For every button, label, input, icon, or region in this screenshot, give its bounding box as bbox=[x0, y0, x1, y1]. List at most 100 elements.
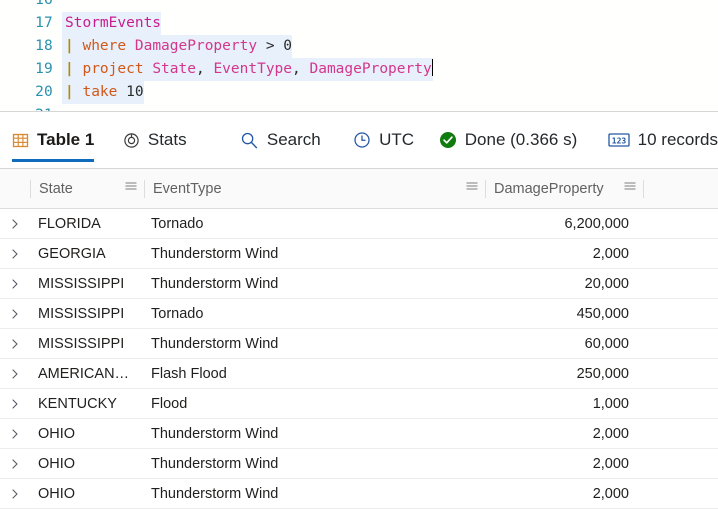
cell-text: 2,000 bbox=[592, 245, 629, 262]
cell-state: OHIO bbox=[30, 479, 143, 508]
cell-event_type: Flash Flood bbox=[143, 359, 483, 388]
query-editor[interactable]: 16 17 StormEvents 18 | where DamageProperty … bbox=[0, 0, 718, 112]
cell-state: MISSISSIPPI bbox=[30, 269, 143, 298]
tab-table-1[interactable]: Table 1 bbox=[12, 112, 95, 168]
cell-text: Tornado bbox=[151, 305, 204, 322]
magnifier-icon bbox=[240, 131, 259, 150]
code-token-punctuation: , bbox=[292, 61, 301, 77]
table-row[interactable]: OHIO Thunderstorm Wind 2,000 bbox=[0, 479, 718, 509]
cell-text: Thunderstorm Wind bbox=[151, 335, 279, 352]
cell-text: 250,000 bbox=[576, 365, 629, 382]
table-row[interactable]: MISSISSIPPI Tornado 450,000 bbox=[0, 299, 718, 329]
cell-text: 6,200,000 bbox=[564, 215, 629, 232]
cell-event_type: Thunderstorm Wind bbox=[143, 419, 483, 448]
chevron-right-icon[interactable] bbox=[0, 479, 30, 508]
table-row[interactable]: MISSISSIPPI Thunderstorm Wind 60,000 bbox=[0, 329, 718, 359]
cell-text: 60,000 bbox=[584, 335, 629, 352]
column-header-label: DamageProperty bbox=[494, 180, 604, 197]
cell-text: Thunderstorm Wind bbox=[151, 275, 279, 292]
code-line[interactable]: 20 | take 10 bbox=[0, 81, 718, 104]
grid-body: FLORIDA Tornado 6,200,000 GEORGIA Thundersto… bbox=[0, 209, 718, 509]
column-header-state[interactable]: State bbox=[31, 169, 144, 208]
table-row[interactable]: KENTUCKY Flood 1,000 bbox=[0, 389, 718, 419]
results-grid: State EventType DamageProperty FLORIDA Torn… bbox=[0, 168, 718, 509]
column-header-event_type[interactable]: EventType bbox=[145, 169, 485, 208]
cell-text: Thunderstorm Wind bbox=[151, 425, 279, 442]
cell-event_type: Thunderstorm Wind bbox=[143, 449, 483, 478]
chevron-right-icon[interactable] bbox=[0, 419, 30, 448]
cell-text: 20,000 bbox=[584, 275, 629, 292]
code-token-number: 0 bbox=[283, 38, 293, 54]
code-line[interactable]: 21 bbox=[0, 104, 718, 111]
cell-state: KENTUCKY bbox=[30, 389, 143, 418]
code-token-keyword: take bbox=[82, 84, 118, 100]
column-header-label: State bbox=[39, 180, 73, 197]
code-token-pipe: | bbox=[65, 84, 83, 100]
cell-text: Tornado bbox=[151, 215, 204, 232]
svg-text:123: 123 bbox=[611, 137, 626, 146]
code-token-table: StormEvents bbox=[65, 15, 162, 31]
code-line-partial: 16 bbox=[0, 0, 718, 12]
cell-event_type: Thunderstorm Wind bbox=[143, 329, 483, 358]
line-number: 19 bbox=[35, 61, 53, 77]
timezone-selector[interactable]: UTC bbox=[353, 112, 414, 168]
cell-damage_property: 20,000 bbox=[483, 269, 640, 298]
cell-damage_property: 250,000 bbox=[483, 359, 640, 388]
line-number: 16 bbox=[35, 0, 53, 8]
donut-chart-icon bbox=[123, 132, 140, 149]
cell-text: Flash Flood bbox=[151, 365, 227, 382]
column-menu-icon[interactable] bbox=[118, 179, 144, 198]
code-line[interactable]: 18 | where DamageProperty > 0 bbox=[0, 35, 718, 58]
column-menu-icon[interactable] bbox=[459, 179, 485, 198]
code-line[interactable]: 19 | project State, EventType, DamageProp… bbox=[0, 58, 718, 81]
chevron-right-icon[interactable] bbox=[0, 299, 30, 328]
chevron-right-icon[interactable] bbox=[0, 269, 30, 298]
chevron-right-icon[interactable] bbox=[0, 209, 30, 238]
timezone-label: UTC bbox=[379, 130, 415, 149]
column-header-damage_property[interactable]: DamageProperty bbox=[486, 169, 643, 208]
cell-event_type: Thunderstorm Wind bbox=[143, 239, 483, 268]
table-row[interactable]: MISSISSIPPI Thunderstorm Wind 20,000 bbox=[0, 269, 718, 299]
cell-event_type: Thunderstorm Wind bbox=[143, 479, 483, 508]
search-button[interactable]: Search bbox=[240, 112, 321, 168]
cell-state: MISSISSIPPI bbox=[30, 329, 143, 358]
table-row[interactable]: OHIO Thunderstorm Wind 2,000 bbox=[0, 449, 718, 479]
table-row[interactable]: AMERICAN… Flash Flood 250,000 bbox=[0, 359, 718, 389]
code-line-text: | take 10 bbox=[62, 81, 144, 104]
tab-stats[interactable]: Stats bbox=[123, 112, 187, 168]
chevron-right-icon[interactable] bbox=[0, 449, 30, 478]
code-line-text: StormEvents bbox=[62, 12, 162, 35]
chevron-right-icon[interactable] bbox=[0, 329, 30, 358]
search-label: Search bbox=[266, 130, 321, 149]
cell-state: OHIO bbox=[30, 419, 143, 448]
cell-event_type: Thunderstorm Wind bbox=[143, 269, 483, 298]
cell-text: 450,000 bbox=[576, 305, 629, 322]
chevron-right-icon[interactable] bbox=[0, 389, 30, 418]
clock-icon bbox=[353, 131, 371, 149]
code-token-pipe: | bbox=[65, 61, 83, 77]
chevron-right-icon[interactable] bbox=[0, 359, 30, 388]
cell-text: MISSISSIPPI bbox=[38, 335, 125, 352]
table-row[interactable]: FLORIDA Tornado 6,200,000 bbox=[0, 209, 718, 239]
column-menu-icon[interactable] bbox=[617, 179, 643, 198]
record-count: 123 10 records bbox=[608, 112, 718, 168]
cell-text: 2,000 bbox=[592, 485, 629, 502]
cell-damage_property: 1,000 bbox=[483, 389, 640, 418]
code-token-keyword: where bbox=[82, 38, 127, 54]
results-toolbar: Table 1 Stats Search UTC Done (0.366 s) … bbox=[0, 112, 718, 168]
code-line-text: | where DamageProperty > 0 bbox=[62, 35, 293, 58]
cell-damage_property: 60,000 bbox=[483, 329, 640, 358]
code-line[interactable]: 17 StormEvents bbox=[0, 12, 718, 35]
chevron-right-icon[interactable] bbox=[0, 239, 30, 268]
code-token-number: 10 bbox=[126, 84, 144, 100]
code-token-punctuation: , bbox=[195, 61, 205, 77]
number-123-icon: 123 bbox=[608, 132, 630, 148]
cell-damage_property: 450,000 bbox=[483, 299, 640, 328]
table-row[interactable]: OHIO Thunderstorm Wind 2,000 bbox=[0, 419, 718, 449]
table-row[interactable]: GEORGIA Thunderstorm Wind 2,000 bbox=[0, 239, 718, 269]
